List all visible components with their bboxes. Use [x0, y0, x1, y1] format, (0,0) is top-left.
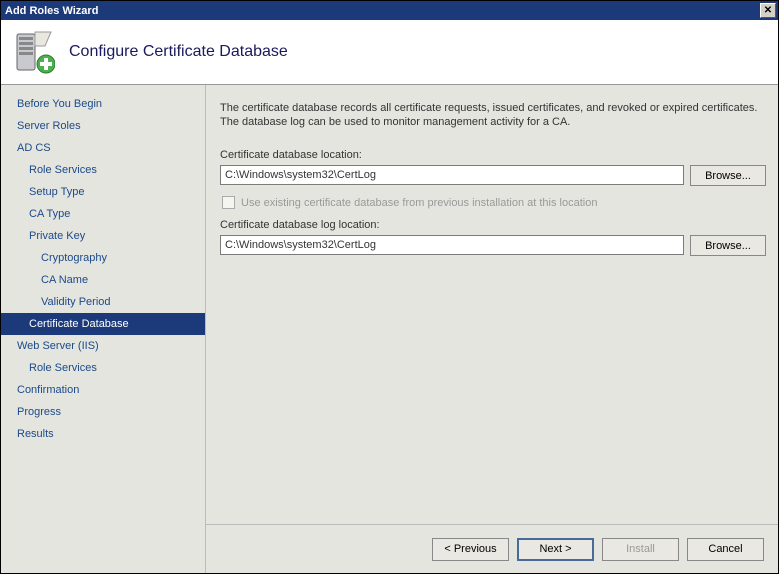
window-title: Add Roles Wizard — [5, 5, 760, 17]
close-button[interactable]: ✕ — [760, 3, 776, 18]
db-location-input[interactable] — [220, 165, 684, 185]
nav-role-services-iis[interactable]: Role Services — [1, 357, 205, 379]
body: Before You Begin Server Roles AD CS Role… — [1, 85, 778, 573]
close-icon: ✕ — [764, 5, 772, 16]
description-text: The certificate database records all cer… — [220, 101, 766, 129]
nav-validity-period[interactable]: Validity Period — [1, 291, 205, 313]
use-existing-label: Use existing certificate database from p… — [241, 197, 597, 209]
nav-results[interactable]: Results — [1, 423, 205, 445]
previous-button[interactable]: < Previous — [432, 538, 509, 561]
log-location-label: Certificate database log location: — [220, 219, 766, 231]
content-panel: The certificate database records all cer… — [206, 85, 778, 573]
db-location-label: Certificate database location: — [220, 149, 766, 161]
nav-private-key[interactable]: Private Key — [1, 225, 205, 247]
nav-web-server-iis[interactable]: Web Server (IIS) — [1, 335, 205, 357]
browse-log-button[interactable]: Browse... — [690, 235, 766, 256]
use-existing-row: Use existing certificate database from p… — [220, 196, 766, 209]
use-existing-checkbox — [222, 196, 235, 209]
page-title: Configure Certificate Database — [69, 43, 288, 61]
server-add-icon — [13, 28, 55, 76]
nav-before-you-begin[interactable]: Before You Begin — [1, 93, 205, 115]
nav-confirmation[interactable]: Confirmation — [1, 379, 205, 401]
titlebar: Add Roles Wizard ✕ — [1, 1, 778, 20]
nav-setup-type[interactable]: Setup Type — [1, 181, 205, 203]
db-location-row: Browse... — [220, 165, 766, 186]
nav-role-services-adcs[interactable]: Role Services — [1, 159, 205, 181]
nav-certificate-database[interactable]: Certificate Database — [1, 313, 205, 335]
nav-ca-name[interactable]: CA Name — [1, 269, 205, 291]
sidebar-nav: Before You Begin Server Roles AD CS Role… — [1, 85, 206, 573]
wizard-window: Add Roles Wizard ✕ Configure Certificate… — [0, 0, 779, 574]
content-inner: The certificate database records all cer… — [206, 85, 778, 525]
log-location-input[interactable] — [220, 235, 684, 255]
cancel-button[interactable]: Cancel — [687, 538, 764, 561]
install-button: Install — [602, 538, 679, 561]
nav-progress[interactable]: Progress — [1, 401, 205, 423]
log-location-row: Browse... — [220, 235, 766, 256]
header: Configure Certificate Database — [1, 20, 778, 85]
nav-ad-cs[interactable]: AD CS — [1, 137, 205, 159]
footer-buttons: < Previous Next > Install Cancel — [206, 525, 778, 573]
nav-ca-type[interactable]: CA Type — [1, 203, 205, 225]
nav-server-roles[interactable]: Server Roles — [1, 115, 205, 137]
nav-cryptography[interactable]: Cryptography — [1, 247, 205, 269]
browse-db-button[interactable]: Browse... — [690, 165, 766, 186]
next-button[interactable]: Next > — [517, 538, 594, 561]
